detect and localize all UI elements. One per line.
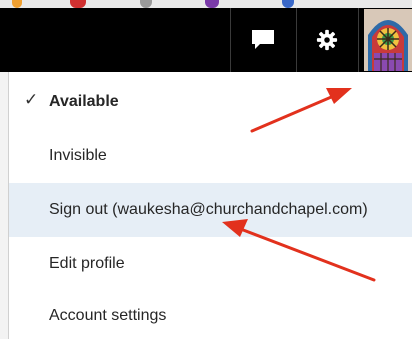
account-dropdown-menu: ✓ Available Invisible Sign out (waukesha…	[8, 72, 412, 339]
menu-item-edit-profile[interactable]: Edit profile	[9, 238, 412, 290]
page-left-edge	[0, 72, 8, 339]
tab-favicon-purple	[205, 0, 219, 8]
checkmark-icon: ✓	[24, 90, 39, 109]
menu-item-available[interactable]: ✓ Available	[9, 76, 412, 128]
menu-item-label: Account settings	[49, 307, 167, 324]
menu-item-label: Edit profile	[49, 255, 125, 272]
menu-item-label: Sign out (waukesha@churchandchapel.com)	[49, 201, 368, 218]
menu-item-account-settings[interactable]: Account settings	[9, 290, 412, 342]
stained-glass-avatar-icon	[364, 9, 412, 71]
tab-favicon-red	[70, 0, 86, 8]
chat-bubble-icon	[252, 30, 274, 49]
menu-item-sign-out[interactable]: Sign out (waukesha@churchandchapel.com)	[9, 183, 412, 237]
menu-item-label: Invisible	[49, 147, 107, 164]
toolbar-separator	[230, 8, 231, 72]
top-toolbar	[0, 8, 412, 72]
browser-tab-strip	[0, 0, 412, 8]
tab-favicon-gray	[140, 0, 152, 8]
tab-favicon-blue	[282, 0, 294, 8]
menu-item-invisible[interactable]: Invisible	[9, 130, 412, 182]
tab-favicon-orange	[12, 0, 22, 8]
settings-button[interactable]	[298, 8, 356, 72]
chat-button[interactable]	[234, 8, 292, 72]
toolbar-separator	[296, 8, 297, 72]
menu-item-label: Available	[49, 93, 119, 110]
gear-icon	[316, 29, 338, 51]
account-avatar-button[interactable]	[364, 9, 412, 71]
toolbar-separator	[358, 8, 359, 72]
